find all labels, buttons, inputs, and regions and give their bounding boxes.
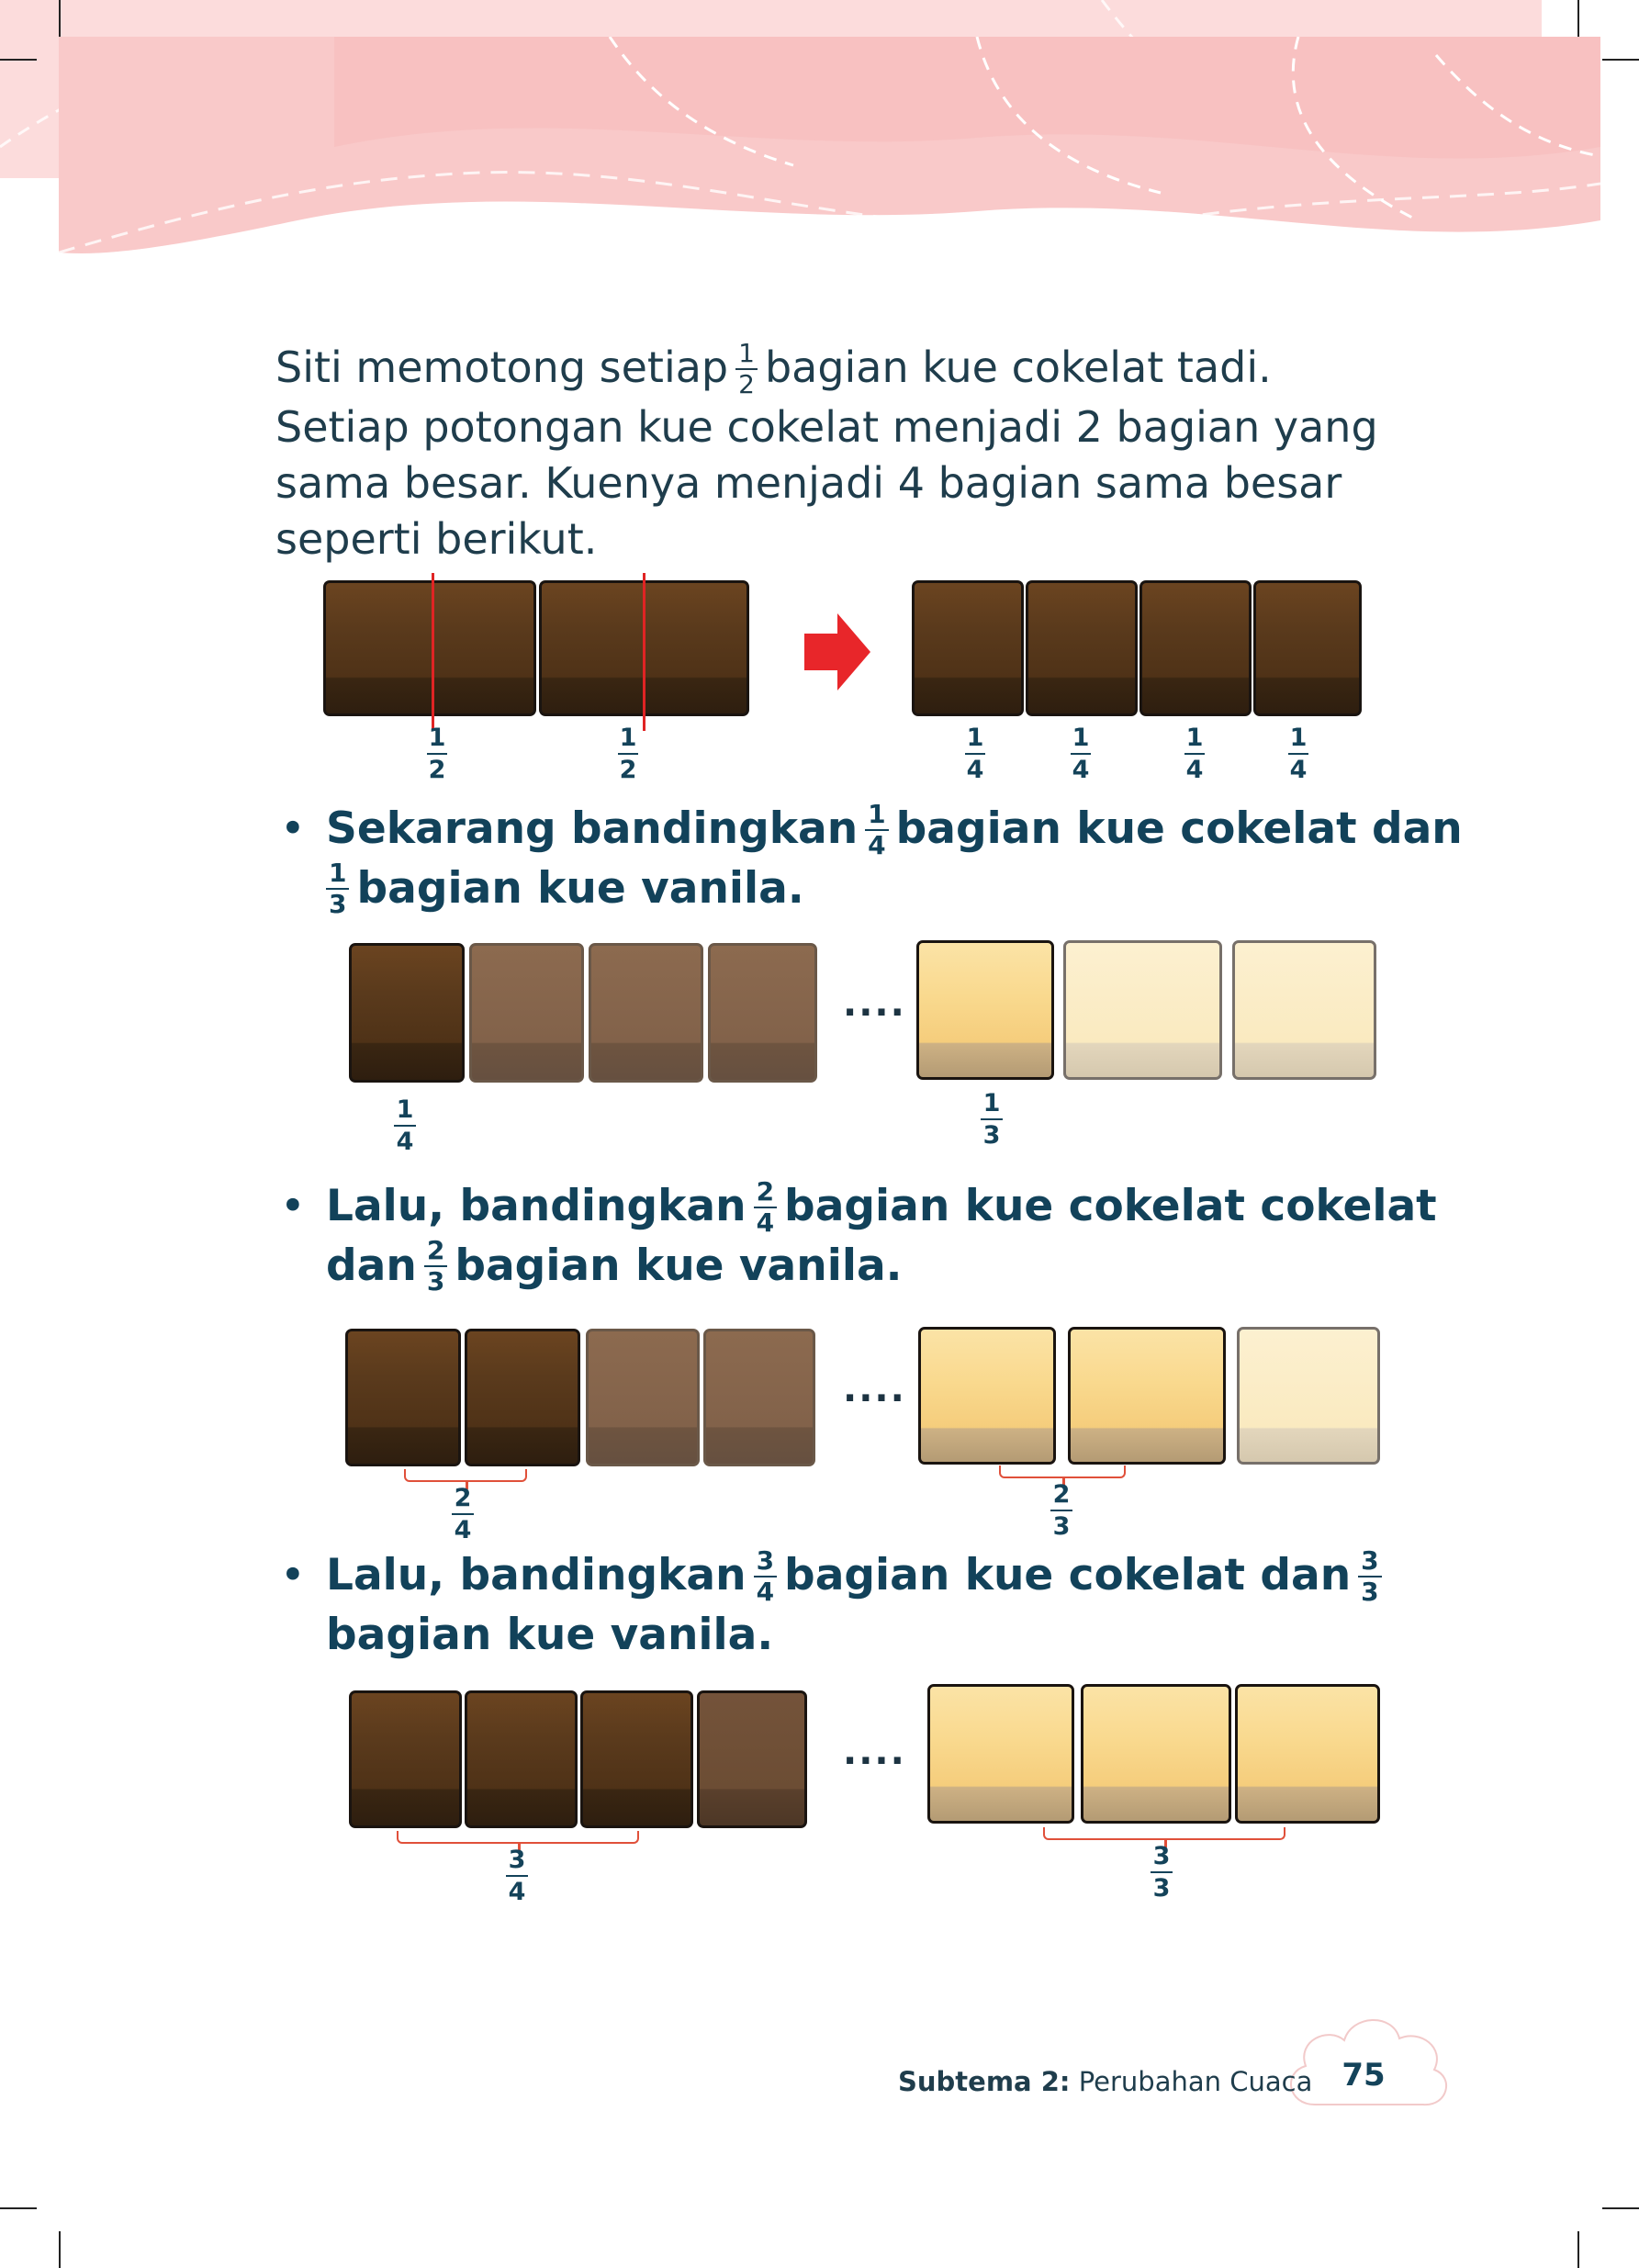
chocolate-piece-highlighted (349, 1690, 462, 1828)
chocolate-piece-faded (697, 1690, 807, 1828)
fraction-label: 33 (1151, 1844, 1173, 1901)
comparison-blank: .... (843, 1731, 906, 1773)
intro-line-4: seperti berikut. (275, 513, 598, 564)
fraction-label: 14 (1184, 724, 1205, 784)
vanilla-piece-highlighted (916, 940, 1054, 1080)
chocolate-piece-highlighted (465, 1690, 578, 1828)
bracket (404, 1469, 527, 1489)
chocolate-piece-faded (469, 943, 584, 1083)
comparison-blank: .... (843, 982, 906, 1025)
bullet-compare-2: • Lalu, bandingkan 2 4 bagian kue cokelat c… (280, 1178, 1437, 1297)
chocolate-piece-highlighted (580, 1690, 693, 1828)
intro-paragraph: Siti memotong setiap 1 2 bagian kue cokelat… (275, 340, 1378, 567)
cut-line (432, 573, 434, 731)
intro-line1-post: bagian kue cokelat tadi. (764, 342, 1272, 392)
fraction: 24 (753, 1178, 778, 1236)
fraction-numerator: 1 (738, 337, 755, 368)
intro-line-3: sama besar. Kuenya menjadi 4 bagian sama… (275, 457, 1342, 508)
chocolate-cake-quarter (1253, 580, 1362, 716)
chocolate-piece-highlighted (345, 1329, 461, 1466)
vanilla-piece-highlighted (918, 1327, 1056, 1465)
crop-mark (59, 0, 61, 37)
crop-mark (0, 2207, 37, 2209)
crop-mark (59, 2231, 61, 2268)
crop-mark (1602, 2207, 1639, 2209)
fraction-label: 14 (1288, 724, 1308, 784)
cut-line (643, 573, 645, 731)
fraction-label: 14 (394, 1097, 416, 1154)
right-arrow-icon (804, 613, 870, 691)
chocolate-piece-faded (708, 943, 817, 1083)
fraction: 23 (423, 1238, 448, 1295)
fraction-label: 34 (506, 1847, 528, 1904)
fraction-label: 13 (981, 1091, 1003, 1148)
intro-line-2: Setiap potongan kue cokelat menjadi 2 ba… (275, 401, 1378, 452)
comparison-blank: .... (843, 1368, 906, 1410)
subtema-title: Perubahan Cuaca (1078, 2066, 1313, 2097)
intro-line1-pre: Siti memotong setiap (275, 342, 729, 392)
bullet-text: bagian kue vanila. (326, 1609, 774, 1660)
bullet-text: bagian kue vanila. (356, 862, 804, 914)
crop-mark (0, 59, 37, 61)
header-decoration (59, 37, 1600, 303)
bullet-text: bagian kue vanila. (455, 1240, 903, 1291)
fraction: 34 (753, 1547, 778, 1605)
vanilla-piece-highlighted (1068, 1327, 1226, 1465)
bullet-dot: • (280, 1550, 306, 1600)
chocolate-piece-highlighted (465, 1329, 580, 1466)
fraction-denominator: 2 (738, 368, 755, 399)
fraction: 33 (1358, 1547, 1382, 1605)
vanilla-piece-highlighted (1081, 1684, 1231, 1824)
chocolate-piece-faded (703, 1329, 815, 1466)
intro-line-1: Siti memotong setiap 1 2 bagian kue cokelat… (275, 340, 1378, 399)
chocolate-cake-half (323, 580, 536, 716)
bullet-text: Lalu, bandingkan (326, 1550, 747, 1600)
fraction-label: 24 (452, 1486, 474, 1543)
vanilla-piece-highlighted (1235, 1684, 1380, 1824)
bullet-text: Lalu, bandingkan (326, 1181, 747, 1231)
bullet-compare-3: • Lalu, bandingkan 3 4 bagian kue cokelat d… (280, 1547, 1389, 1664)
bullet-text: dan (326, 1240, 417, 1291)
crop-mark (1602, 59, 1639, 61)
page-number: 75 (1342, 2057, 1386, 2094)
fraction-label: 14 (1071, 724, 1091, 784)
crop-mark (1577, 2231, 1579, 2268)
crop-mark (1577, 0, 1579, 37)
fraction-label: 12 (427, 724, 447, 784)
bracket (999, 1465, 1126, 1486)
chocolate-cake-quarter (912, 580, 1024, 716)
chocolate-cake-quarter (1139, 580, 1252, 716)
vanilla-piece-faded (1063, 940, 1222, 1080)
chocolate-piece-faded (589, 943, 703, 1083)
chocolate-piece-highlighted (349, 943, 465, 1083)
fraction-label: 12 (618, 724, 638, 784)
fraction: 13 (326, 860, 350, 917)
bracket (397, 1831, 639, 1851)
vanilla-piece-faded (1237, 1327, 1380, 1465)
bullet-compare-1: • Sekarang bandingkan 1 4 bagian kue cokela… (280, 801, 1463, 919)
chocolate-cake-quarter (1026, 580, 1138, 716)
fraction-label: 14 (965, 724, 985, 784)
bullet-dot: • (280, 803, 306, 854)
bullet-text: bagian kue cokelat dan (784, 1550, 1352, 1600)
fraction-label: 23 (1050, 1482, 1072, 1539)
fraction: 14 (865, 801, 889, 859)
bullet-dot: • (280, 1181, 306, 1231)
footer-subtema: Subtema 2: Perubahan Cuaca (898, 2066, 1312, 2097)
vanilla-piece-faded (1232, 940, 1376, 1080)
bracket (1043, 1827, 1285, 1847)
vanilla-piece-highlighted (927, 1684, 1074, 1824)
bullet-text: bagian kue cokelat dan (895, 803, 1463, 854)
subtema-label: Subtema 2: (898, 2066, 1071, 2097)
bullet-text: Sekarang bandingkan (326, 803, 859, 854)
chocolate-piece-faded (586, 1329, 700, 1466)
fraction-half: 12 (735, 337, 758, 399)
bullet-text: bagian kue cokelat cokelat (784, 1181, 1437, 1231)
